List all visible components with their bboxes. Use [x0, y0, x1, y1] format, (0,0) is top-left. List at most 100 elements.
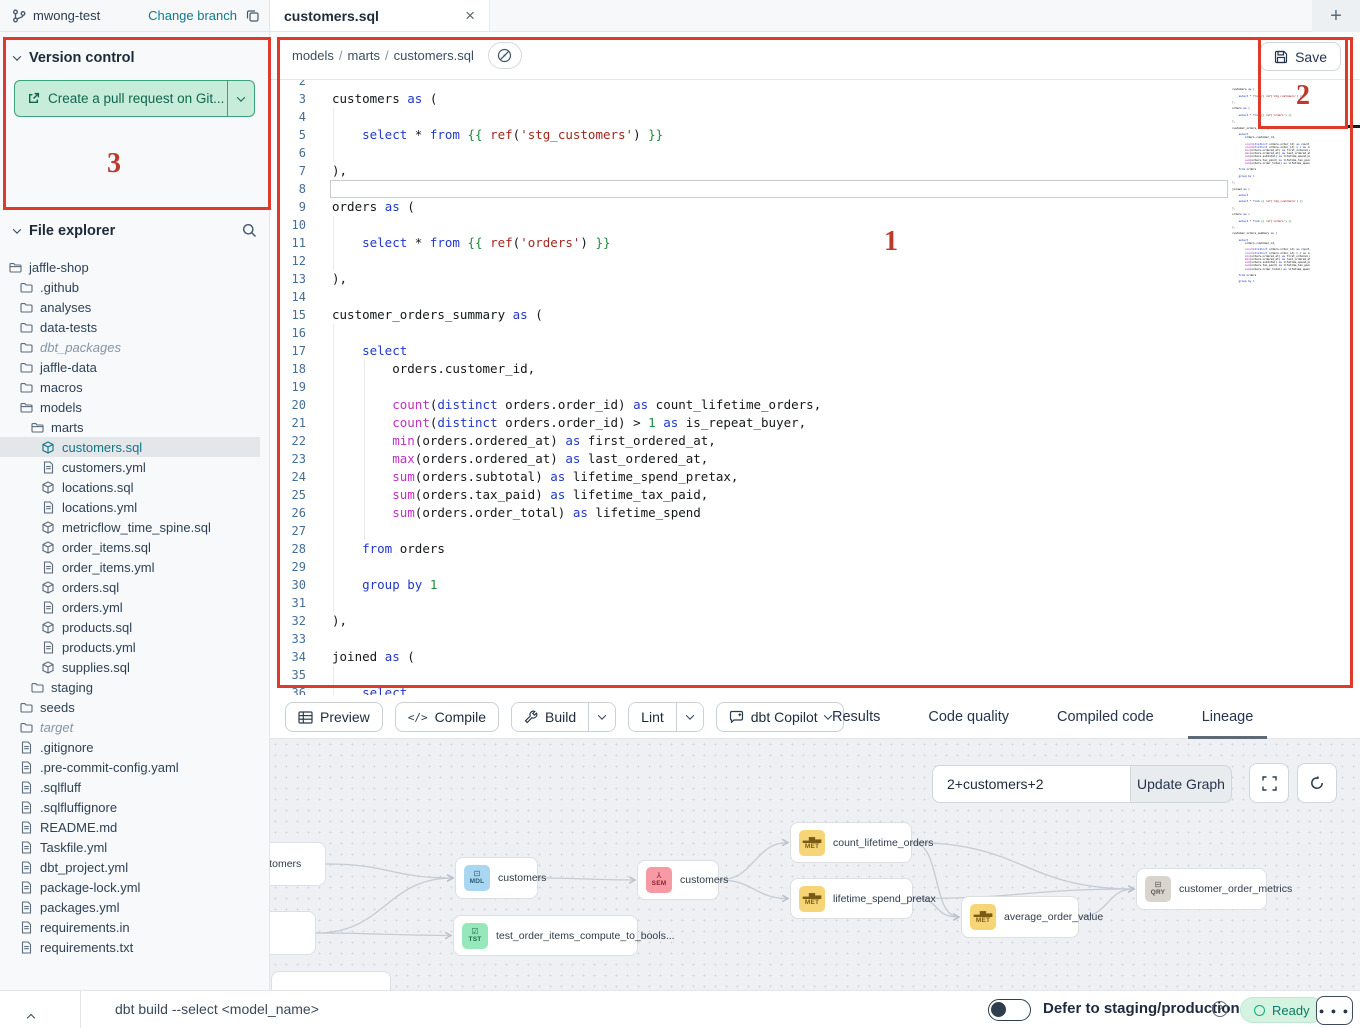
code-line-20[interactable]: 20 count(distinct orders.order_id) as co… [270, 396, 1360, 414]
lineage-node-lifetime_spend_pretax[interactable]: ▂▅▃METlifetime_spend_pretax [790, 878, 913, 919]
compile-button[interactable]: </> Compile [395, 702, 499, 732]
tree-item-packages-yml[interactable]: packages.yml [0, 897, 269, 917]
close-icon[interactable]: × [465, 7, 475, 24]
tree-item--sqlfluffignore[interactable]: .sqlfluffignore [0, 797, 269, 817]
breadcrumb-part[interactable]: models [292, 48, 334, 63]
defer-toggle[interactable] [988, 999, 1031, 1021]
build-options-chevron[interactable] [588, 703, 615, 731]
tree-item-models[interactable]: models [0, 397, 269, 417]
lineage-node-average_order_value[interactable]: ▂▅▃METaverage_order_value [961, 896, 1079, 938]
code-line-2[interactable]: 2 [270, 80, 1360, 90]
tree-item-target[interactable]: target [0, 717, 269, 737]
tree-item-dbt-packages[interactable]: dbt_packages [0, 337, 269, 357]
code-line-28[interactable]: 28 from orders [270, 540, 1360, 558]
code-line-11[interactable]: 11 select * from {{ ref('orders') }} [270, 234, 1360, 252]
refresh-button[interactable] [1297, 763, 1337, 803]
tree-item-analyses[interactable]: analyses [0, 297, 269, 317]
lineage-node-customers_sem[interactable]: ⅄SEMcustomers [637, 860, 719, 900]
create-pull-request-button[interactable]: Create a pull request on Git... [14, 80, 255, 117]
explore-docs-button[interactable] [488, 42, 522, 69]
tree-item-customers-sql[interactable]: customers.sql [0, 437, 260, 457]
code-line-34[interactable]: 34joined as ( [270, 648, 1360, 666]
code-line-17[interactable]: 17 select [270, 342, 1360, 360]
tree-item-seeds[interactable]: seeds [0, 697, 269, 717]
code-line-33[interactable]: 33 [270, 630, 1360, 648]
breadcrumb-part[interactable]: marts [348, 48, 381, 63]
lineage-node-clipped_node[interactable] [271, 971, 391, 990]
copy-icon[interactable] [246, 9, 259, 22]
code-line-4[interactable]: 4 [270, 108, 1360, 126]
tab-results[interactable]: Results [830, 695, 882, 739]
lint-options-chevron[interactable] [676, 703, 703, 731]
code-line-23[interactable]: 23 max(orders.ordered_at) as last_ordere… [270, 450, 1360, 468]
code-line-18[interactable]: 18 orders.customer_id, [270, 360, 1360, 378]
tree-item-package-lock-yml[interactable]: package-lock.yml [0, 877, 269, 897]
tree-item-locations-sql[interactable]: locations.sql [0, 477, 269, 497]
preview-button[interactable]: Preview [285, 702, 383, 732]
tree-item-requirements-in[interactable]: requirements.in [0, 917, 269, 937]
expand-command-bar-chevron[interactable] [28, 1008, 34, 1026]
change-branch-link[interactable]: Change branch [148, 8, 237, 23]
help-icon[interactable]: ? [1212, 1001, 1228, 1017]
pr-options-chevron[interactable] [228, 81, 254, 116]
code-line-22[interactable]: 22 min(orders.ordered_at) as first_order… [270, 432, 1360, 450]
tab-compiled-code[interactable]: Compiled code [1055, 695, 1156, 739]
tree-item--github[interactable]: .github [0, 277, 269, 297]
code-line-9[interactable]: 9orders as ( [270, 198, 1360, 216]
code-line-36[interactable]: 36 select [270, 684, 1360, 695]
tab-customers-sql[interactable]: customers.sql × [270, 0, 490, 31]
code-line-6[interactable]: 6 [270, 144, 1360, 162]
update-graph-button[interactable]: Update Graph [1130, 765, 1232, 803]
lineage-node-test_order_items[interactable]: ☑TSTtest_order_items_compute_to_bools... [453, 915, 638, 956]
tree-item--pre-commit-config-yaml[interactable]: .pre-commit-config.yaml [0, 757, 269, 777]
search-icon[interactable] [242, 223, 257, 238]
code-line-29[interactable]: 29 [270, 558, 1360, 576]
tree-item-order-items-yml[interactable]: order_items.yml [0, 557, 269, 577]
code-line-27[interactable]: 27 [270, 522, 1360, 540]
code-line-13[interactable]: 13), [270, 270, 1360, 288]
tree-item-jaffle-shop[interactable]: jaffle-shop [0, 257, 269, 277]
tree-item-products-yml[interactable]: products.yml [0, 637, 269, 657]
lineage-selector-input[interactable] [932, 765, 1130, 803]
minimap[interactable]: customers as ( select * from {{ ref('stg… [1232, 85, 1310, 287]
lint-button[interactable]: Lint [629, 703, 676, 731]
fullscreen-button[interactable] [1249, 763, 1289, 803]
build-button[interactable]: Build [512, 703, 588, 731]
breadcrumb-part[interactable]: customers.sql [394, 48, 474, 63]
tree-item-jaffle-data[interactable]: jaffle-data [0, 357, 269, 377]
tree-item-marts[interactable]: marts [0, 417, 269, 437]
code-line-15[interactable]: 15customer_orders_summary as ( [270, 306, 1360, 324]
tree-item-supplies-sql[interactable]: supplies.sql [0, 657, 269, 677]
lineage-node-customers_mdl[interactable]: ⊡MDLcustomers [455, 857, 538, 899]
tree-item-orders-yml[interactable]: orders.yml [0, 597, 269, 617]
dbt-copilot-button[interactable]: dbt Copilot [716, 702, 844, 732]
tree-item--gitignore[interactable]: .gitignore [0, 737, 269, 757]
lineage-node-orders_src[interactable]: ⊡MDLorders [270, 911, 316, 955]
tree-item-dbt-project-yml[interactable]: dbt_project.yml [0, 857, 269, 877]
command-input[interactable]: dbt build --select <model_name> [115, 1001, 319, 1017]
code-line-8[interactable]: 8 [270, 180, 1360, 198]
file-explorer-header[interactable]: File explorer [0, 213, 269, 249]
code-line-21[interactable]: 21 count(distinct orders.order_id) > 1 a… [270, 414, 1360, 432]
tree-item-orders-sql[interactable]: orders.sql [0, 577, 269, 597]
tree-item-products-sql[interactable]: products.sql [0, 617, 269, 637]
tree-item-metricflow-time-spine-sql[interactable]: metricflow_time_spine.sql [0, 517, 269, 537]
tree-item--sqlfluff[interactable]: .sqlfluff [0, 777, 269, 797]
code-line-10[interactable]: 10 [270, 216, 1360, 234]
lineage-node-count_lifetime_orders[interactable]: ▂▅▃METcount_lifetime_orders [790, 822, 912, 863]
code-line-24[interactable]: 24 sum(orders.subtotal) as lifetime_spen… [270, 468, 1360, 486]
more-options-button[interactable]: ● ● ● [1316, 996, 1353, 1025]
tree-item-order-items-sql[interactable]: order_items.sql [0, 537, 269, 557]
save-button[interactable]: Save [1260, 42, 1341, 71]
code-line-25[interactable]: 25 sum(orders.tax_paid) as lifetime_tax_… [270, 486, 1360, 504]
code-line-26[interactable]: 26 sum(orders.order_total) as lifetime_s… [270, 504, 1360, 522]
code-line-16[interactable]: 16 [270, 324, 1360, 342]
tree-item-requirements-txt[interactable]: requirements.txt [0, 937, 269, 957]
code-line-12[interactable]: 12 [270, 252, 1360, 270]
tree-item-data-tests[interactable]: data-tests [0, 317, 269, 337]
code-line-19[interactable]: 19 [270, 378, 1360, 396]
lineage-node-stg_customers[interactable]: ⊡MDLstg_customers [270, 842, 326, 886]
version-control-header[interactable]: Version control [0, 40, 269, 76]
tree-item-customers-yml[interactable]: customers.yml [0, 457, 269, 477]
code-line-14[interactable]: 14 [270, 288, 1360, 306]
